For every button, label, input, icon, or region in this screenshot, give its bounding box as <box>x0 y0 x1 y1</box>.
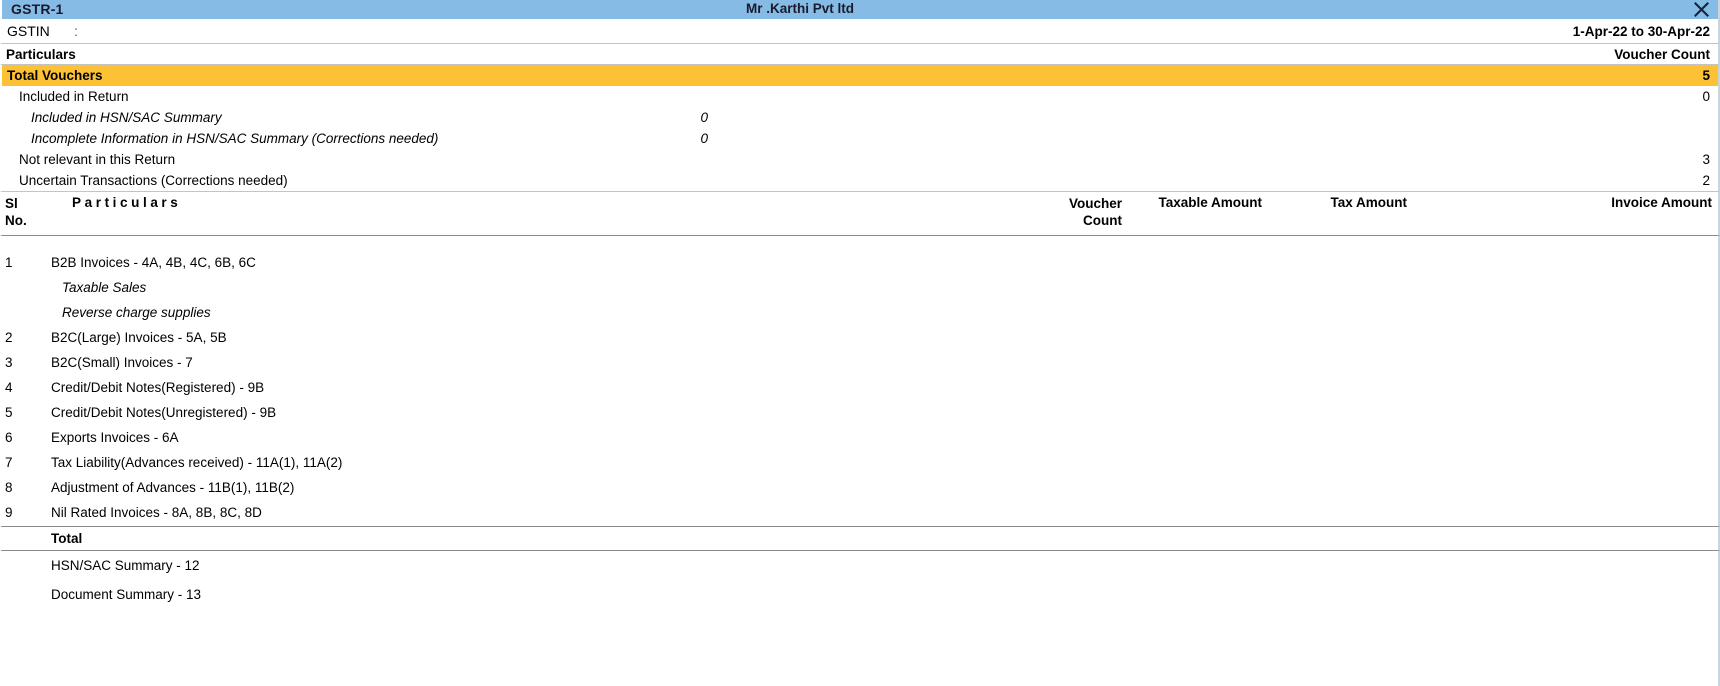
row-particulars: Credit/Debit Notes(Registered) - 9B <box>51 380 265 395</box>
particulars-header-label: Particulars <box>6 46 76 62</box>
row-particulars: Credit/Debit Notes(Unregistered) - 9B <box>51 405 277 420</box>
row-particulars: HSN/SAC Summary - 12 <box>51 558 200 573</box>
table-row-document-summary[interactable]: Document Summary - 13 <box>0 580 1720 609</box>
gstin-label: GSTIN <box>7 23 50 39</box>
column-header-particulars: Particulars <box>72 195 182 210</box>
gstin-colon: : <box>74 23 78 39</box>
table-row[interactable]: Taxable Sales <box>0 276 1720 301</box>
summary-label: Uncertain Transactions (Corrections need… <box>19 173 288 188</box>
row-sl-no: 2 <box>5 330 13 345</box>
row-particulars: Exports Invoices - 6A <box>51 430 179 445</box>
summary-value: 2 <box>1702 173 1710 188</box>
company-name: Mr .Karthi Pvt ltd <box>745 1 854 16</box>
row-particulars: B2B Invoices - 4A, 4B, 4C, 6B, 6C <box>51 255 256 270</box>
table-row[interactable]: 3 B2C(Small) Invoices - 7 <box>0 351 1720 376</box>
column-header-voucher-count-line1: Voucher <box>1068 196 1122 211</box>
row-particulars: Tax Liability(Advances received) - 11A(1… <box>51 455 343 470</box>
table-row[interactable]: 2 B2C(Large) Invoices - 5A, 5B <box>0 326 1720 351</box>
summary-row-incomplete-information-hsn-sac[interactable]: Incomplete Information in HSN/SAC Summar… <box>0 128 1720 149</box>
row-sl-no: 7 <box>5 455 13 470</box>
table-bottom-filler <box>0 609 1720 686</box>
gstr1-report-window: GSTR-1 Mr .Karthi Pvt ltd GSTIN : 1-Apr-… <box>0 0 1720 686</box>
table-row[interactable]: 8 Adjustment of Advances - 11B(1), 11B(2… <box>0 476 1720 501</box>
gstin-row: GSTIN : 1-Apr-22 to 30-Apr-22 <box>0 19 1720 44</box>
row-sl-no: 6 <box>5 430 13 445</box>
summary-mid-value: 0 <box>700 131 708 146</box>
window-titlebar: GSTR-1 Mr .Karthi Pvt ltd <box>0 0 1720 19</box>
row-particulars: B2C(Small) Invoices - 7 <box>51 355 193 370</box>
row-sl-no: 3 <box>5 355 13 370</box>
summary-label: Not relevant in this Return <box>19 152 176 167</box>
summary-row-included-in-hsn-sac-summary[interactable]: Included in HSN/SAC Summary 0 <box>0 107 1720 128</box>
row-particulars: Taxable Sales <box>62 280 147 295</box>
row-particulars: B2C(Large) Invoices - 5A, 5B <box>51 330 227 345</box>
row-particulars: Adjustment of Advances - 11B(1), 11B(2) <box>51 480 295 495</box>
column-header-voucher-count-line2: Count <box>1083 213 1122 228</box>
table-row[interactable]: 7 Tax Liability(Advances received) - 11A… <box>0 451 1720 476</box>
row-sl-no: 8 <box>5 480 13 495</box>
row-particulars: Document Summary - 13 <box>51 587 202 602</box>
summary-value: 3 <box>1702 152 1710 167</box>
table-total-row: Total <box>0 526 1720 551</box>
table-row-hsn-sac-summary[interactable]: HSN/SAC Summary - 12 <box>0 551 1720 580</box>
summary-row-included-in-return[interactable]: Included in Return 0 <box>0 86 1720 107</box>
column-header-sl-no: Sl No. <box>5 195 27 229</box>
summary-row-uncertain-transactions[interactable]: Uncertain Transactions (Corrections need… <box>0 170 1720 191</box>
column-header-voucher-count: Voucher Count <box>988 195 1122 229</box>
row-sl-no: 5 <box>5 405 13 420</box>
row-sl-no: 9 <box>5 505 13 520</box>
table-row[interactable]: 4 Credit/Debit Notes(Registered) - 9B <box>0 376 1720 401</box>
total-vouchers-row[interactable]: Total Vouchers 5 <box>0 65 1720 86</box>
table-row[interactable]: 9 Nil Rated Invoices - 8A, 8B, 8C, 8D <box>0 501 1720 526</box>
table-column-header: Sl No. Particulars Voucher Count Taxable A… <box>0 191 1720 236</box>
report-period: 1-Apr-22 to 30-Apr-22 <box>1572 23 1710 39</box>
row-sl-no: 1 <box>5 255 13 270</box>
table-top-spacer <box>0 236 1720 251</box>
row-sl-no: 4 <box>5 380 13 395</box>
summary-label: Included in Return <box>19 89 129 104</box>
close-icon[interactable] <box>1690 0 1712 19</box>
total-row-label: Total <box>51 531 83 546</box>
column-header-sl-line1: Sl <box>5 196 18 211</box>
summary-value: 0 <box>1702 89 1710 104</box>
table-row[interactable]: Reverse charge supplies <box>0 301 1720 326</box>
total-vouchers-label: Total Vouchers <box>7 68 103 83</box>
row-particulars: Reverse charge supplies <box>62 305 211 320</box>
column-header-taxable-amount: Taxable Amount <box>1158 195 1262 210</box>
summary-mid-value: 0 <box>700 110 708 125</box>
particulars-header-row: Particulars Voucher Count <box>0 44 1720 65</box>
summary-row-not-relevant-in-this-return[interactable]: Not relevant in this Return 3 <box>0 149 1720 170</box>
column-header-invoice-amount: Invoice Amount <box>1611 195 1712 210</box>
voucher-count-header-label: Voucher Count <box>1614 46 1710 62</box>
table-row[interactable]: 6 Exports Invoices - 6A <box>0 426 1720 451</box>
total-vouchers-value: 5 <box>1702 68 1710 83</box>
row-particulars: Nil Rated Invoices - 8A, 8B, 8C, 8D <box>51 505 262 520</box>
column-header-tax-amount: Tax Amount <box>1330 195 1408 210</box>
column-header-sl-line2: No. <box>5 213 27 228</box>
table-row[interactable]: 1 B2B Invoices - 4A, 4B, 4C, 6B, 6C <box>0 251 1720 276</box>
table-row[interactable]: 5 Credit/Debit Notes(Unregistered) - 9B <box>0 401 1720 426</box>
